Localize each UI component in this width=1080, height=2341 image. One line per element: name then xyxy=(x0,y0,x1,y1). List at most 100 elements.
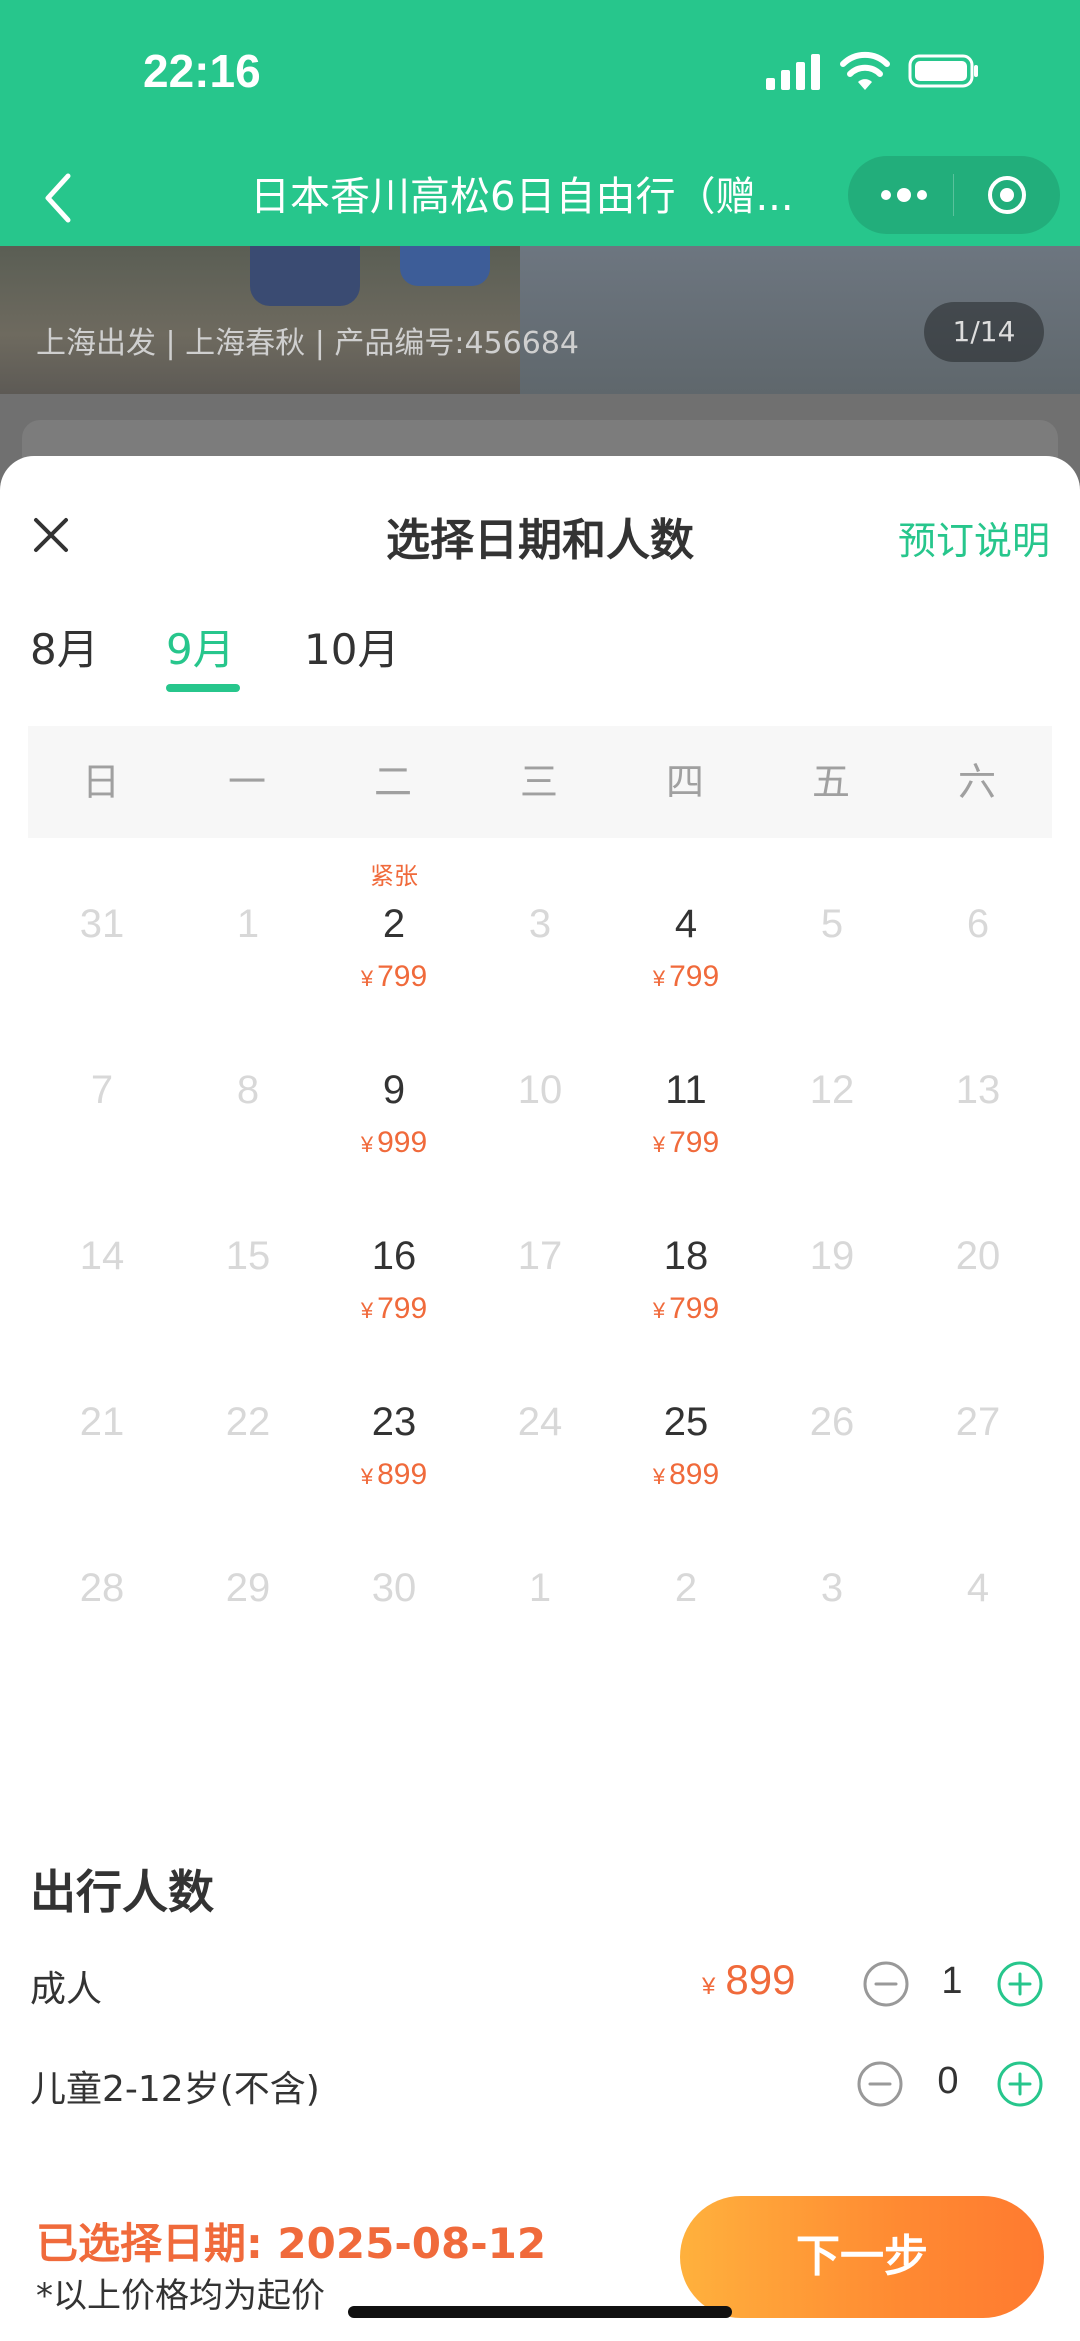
day-number: 2 xyxy=(674,1566,698,1610)
calendar-day[interactable]: 11 ¥799 xyxy=(614,1022,758,1188)
adult-price: ¥899 xyxy=(702,1956,795,2004)
calendar-day: 26 xyxy=(760,1354,904,1520)
day-price-value: 799 xyxy=(669,1126,720,1159)
adult-label: 成人 xyxy=(30,1969,103,2010)
calendar-day: 5 xyxy=(760,856,904,1022)
calendar-day: 27 xyxy=(906,1354,1050,1520)
currency-symbol: ¥ xyxy=(360,966,374,991)
day-number: 20 xyxy=(955,1234,1001,1278)
close-mini-program-icon[interactable] xyxy=(986,174,1028,216)
day-number: 12 xyxy=(809,1068,855,1112)
day-price-value: 999 xyxy=(377,1126,428,1159)
weekday-label: 二 xyxy=(373,760,412,804)
calendar-day: 3 xyxy=(760,1520,904,1686)
calendar-day: 29 xyxy=(176,1520,320,1686)
calendar-day: 20 xyxy=(906,1188,1050,1354)
calendar-day: 3 xyxy=(468,856,612,1022)
day-number: 22 xyxy=(225,1400,271,1444)
calendar-day[interactable]: 16 ¥799 xyxy=(322,1188,466,1354)
availability-tag: 紧张 xyxy=(370,862,418,890)
calendar-day: 24 xyxy=(468,1354,612,1520)
day-number: 16 xyxy=(371,1234,417,1278)
day-price-value: 799 xyxy=(377,1292,428,1325)
back-arrow-icon[interactable] xyxy=(38,170,78,226)
selected-date: 已选择日期: 2025-08-12 xyxy=(36,2219,547,2268)
image-pager: 1/14 xyxy=(924,302,1044,362)
calendar-day: 22 xyxy=(176,1354,320,1520)
day-number: 27 xyxy=(955,1400,1001,1444)
calendar-day: 6 xyxy=(906,856,1050,1022)
child-plus-button[interactable] xyxy=(996,2060,1044,2108)
calendar-day: 8 xyxy=(176,1022,320,1188)
day-price-value: 799 xyxy=(669,1292,720,1325)
day-number: 14 xyxy=(79,1234,125,1278)
child-minus-button[interactable] xyxy=(856,2060,904,2108)
day-number: 28 xyxy=(79,1566,125,1610)
day-number: 8 xyxy=(236,1068,260,1112)
cellular-signal-icon xyxy=(766,54,820,90)
next-step-button[interactable]: 下一步 xyxy=(680,2196,1044,2318)
calendar-day[interactable]: 18 ¥799 xyxy=(614,1188,758,1354)
day-price: ¥999 xyxy=(322,1126,466,1160)
day-number: 26 xyxy=(809,1400,855,1444)
calendar-day: 31 xyxy=(30,856,174,1022)
calendar-day: 2 xyxy=(614,1520,758,1686)
adult-price-value: 899 xyxy=(725,1956,796,2003)
weekday-header: 日 一 二 三 四 五 六 xyxy=(28,726,1052,838)
calendar-day: 28 xyxy=(30,1520,174,1686)
day-number: 15 xyxy=(225,1234,271,1278)
status-time: 22:16 xyxy=(143,45,261,97)
banner-figure xyxy=(400,246,490,286)
currency-symbol: ¥ xyxy=(652,1298,666,1323)
day-price-value: 799 xyxy=(377,960,428,993)
tab-october[interactable]: 10月 xyxy=(304,616,399,677)
travelers-title: 出行人数 xyxy=(30,1865,214,1919)
status-bar: 22:16 xyxy=(0,0,1080,150)
day-number: 29 xyxy=(225,1566,271,1610)
day-number: 24 xyxy=(517,1400,563,1444)
day-number: 30 xyxy=(371,1566,417,1610)
more-icon[interactable] xyxy=(874,174,934,216)
adult-minus-button[interactable] xyxy=(862,1960,910,2008)
calendar-day: 19 xyxy=(760,1188,904,1354)
date-picker-sheet: 选择日期和人数 预订说明 8月 9月 10月 日 一 二 三 四 五 六 31 1… xyxy=(0,456,1080,2341)
day-number: 5 xyxy=(820,902,844,946)
booking-note-link[interactable]: 预订说明 xyxy=(898,510,1050,565)
day-number: 19 xyxy=(809,1234,855,1278)
calendar-day: 21 xyxy=(30,1354,174,1520)
day-number: 6 xyxy=(966,902,990,946)
mini-program-capsule xyxy=(848,156,1060,234)
calendar-day[interactable]: 紧张 2 ¥799 xyxy=(322,856,466,1022)
weekday-label: 三 xyxy=(519,760,558,804)
child-row: 儿童2-12岁(不含) 0 xyxy=(30,2046,1050,2126)
day-number: 17 xyxy=(517,1234,563,1278)
calendar-day[interactable]: 23 ¥899 xyxy=(322,1354,466,1520)
day-number: 4 xyxy=(674,902,698,946)
calendar-day: 30 xyxy=(322,1520,466,1686)
currency-symbol: ¥ xyxy=(360,1298,374,1323)
calendar-day[interactable]: 4 ¥799 xyxy=(614,856,758,1022)
day-price-value: 899 xyxy=(669,1458,720,1491)
calendar-day: 14 xyxy=(30,1188,174,1354)
day-number: 11 xyxy=(665,1068,707,1112)
nav-bar: 日本香川高松6日自由行（赠... xyxy=(0,150,1080,246)
calendar-day[interactable]: 9 ¥999 xyxy=(322,1022,466,1188)
day-price: ¥799 xyxy=(614,1292,758,1326)
product-info: 上海出发 | 上海春秋 | 产品编号:456684 xyxy=(36,326,579,361)
calendar-day: 12 xyxy=(760,1022,904,1188)
tab-september[interactable]: 9月 xyxy=(166,616,235,677)
day-price: ¥899 xyxy=(614,1458,758,1492)
adult-plus-button[interactable] xyxy=(996,1960,1044,2008)
calendar-day[interactable]: 25 ¥899 xyxy=(614,1354,758,1520)
calendar-day: 4 xyxy=(906,1520,1050,1686)
price-note: *以上价格均为起价 xyxy=(36,2276,325,2316)
wifi-icon xyxy=(840,51,890,90)
weekday-label: 日 xyxy=(81,760,120,804)
day-number: 2 xyxy=(382,902,406,946)
tab-august[interactable]: 8月 xyxy=(30,616,99,677)
day-number: 9 xyxy=(382,1068,406,1112)
day-price: ¥799 xyxy=(322,960,466,994)
currency-symbol: ¥ xyxy=(652,1464,666,1489)
day-price: ¥799 xyxy=(322,1292,466,1326)
currency-symbol: ¥ xyxy=(702,1973,716,2000)
